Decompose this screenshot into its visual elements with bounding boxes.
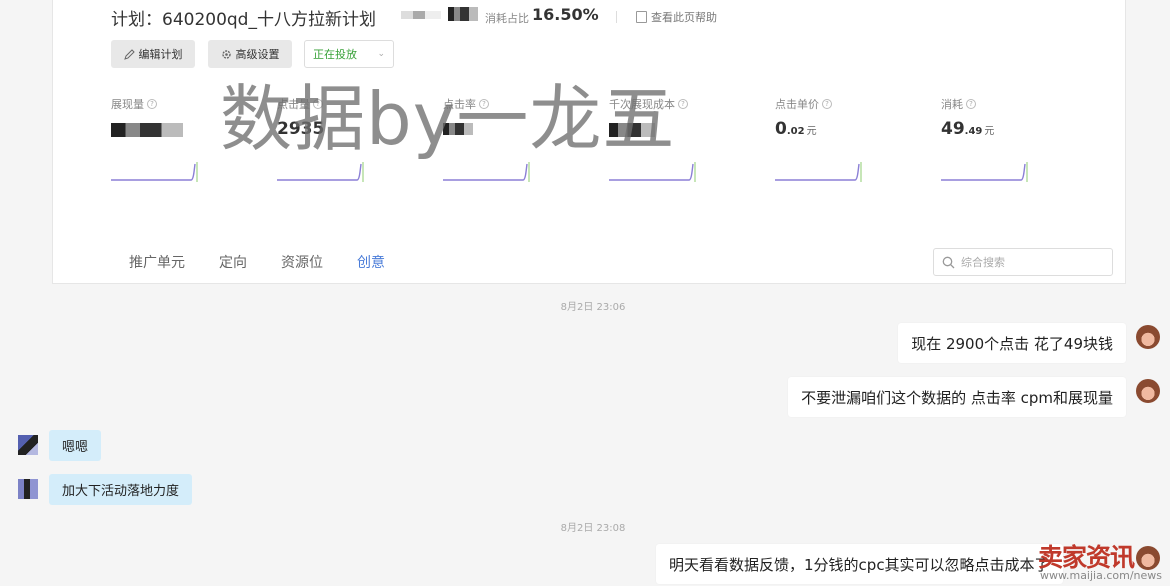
blurred-redaction [401, 11, 441, 19]
sparkline [941, 162, 1028, 182]
message-incoming: 嗯嗯 [49, 430, 102, 461]
metric-label: 点击单价 [775, 98, 819, 111]
tab-bar: 推广单元 定向 资源位 创意 [129, 252, 385, 272]
metric-value-main: 49 [941, 119, 965, 139]
tab-targeting[interactable]: 定向 [219, 252, 247, 272]
question-icon[interactable]: ? [966, 99, 976, 109]
edit-plan-label: 编辑计划 [138, 48, 183, 61]
search-box [933, 248, 1113, 276]
tab-creatives[interactable]: 创意 [357, 252, 385, 272]
search-input[interactable] [961, 255, 1101, 269]
search-icon [942, 256, 955, 268]
question-icon[interactable]: ? [147, 99, 157, 109]
avatar[interactable] [18, 435, 38, 455]
help-link-label: 查看此页帮助 [651, 11, 717, 24]
metric-unit: 元 [806, 126, 817, 137]
avatar[interactable] [1136, 325, 1160, 349]
chat-timestamp: 8月2日 23:06 [560, 302, 626, 313]
avatar[interactable] [1136, 546, 1160, 570]
sparkline [111, 162, 198, 182]
metric-label: 消耗 [941, 98, 963, 111]
metric-value-main: 0 [775, 119, 787, 139]
metric-value-decimal: .02 [786, 126, 805, 137]
spend-share-value: 16.50% [532, 5, 599, 24]
question-icon[interactable]: ? [678, 99, 688, 109]
avatar[interactable] [18, 479, 38, 499]
gear-icon [221, 49, 231, 59]
help-link[interactable]: 查看此页帮助 [616, 9, 717, 25]
metric-cpc: 点击单价? 0.02 元 [775, 96, 925, 141]
sparkline [775, 162, 862, 182]
avatar[interactable] [1136, 379, 1160, 403]
site-watermark-url: www.maijia.com/news [1040, 569, 1163, 582]
message-outgoing: 明天看看数据反馈，1分钱的cpc其实可以忽略点击成本了 [656, 544, 1063, 584]
question-icon[interactable]: ? [822, 99, 832, 109]
metric-value-decimal: .49 [964, 126, 983, 137]
edit-plan-button[interactable]: 编辑计划 [111, 40, 195, 68]
metric-label: 展现量 [111, 98, 144, 111]
chat-timestamp: 8月2日 23:08 [560, 523, 626, 534]
plan-title: 计划：640200qd_十八方拉新计划 [111, 10, 376, 30]
metric-spend: 消耗? 49.49 元 [941, 96, 1091, 141]
spend-share-label: 消耗占比 [485, 12, 529, 25]
message-outgoing: 现在 2900个点击 花了49块钱 [898, 323, 1126, 363]
message-incoming: 加大下活动落地力度 [49, 474, 193, 505]
message-outgoing: 不要泄漏咱们这个数据的 点击率 cpm和展现量 [788, 377, 1126, 417]
pencil-icon [123, 48, 135, 60]
chevron-down-icon: ⌄ [377, 49, 385, 59]
tab-units[interactable]: 推广单元 [129, 252, 185, 272]
watermark-overlay: 数据by一龙五 [220, 77, 676, 161]
tab-placements[interactable]: 资源位 [281, 252, 323, 272]
metric-unit: 元 [984, 126, 995, 137]
document-icon [636, 11, 647, 23]
blurred-redaction [448, 7, 478, 21]
blurred-value [111, 123, 183, 137]
